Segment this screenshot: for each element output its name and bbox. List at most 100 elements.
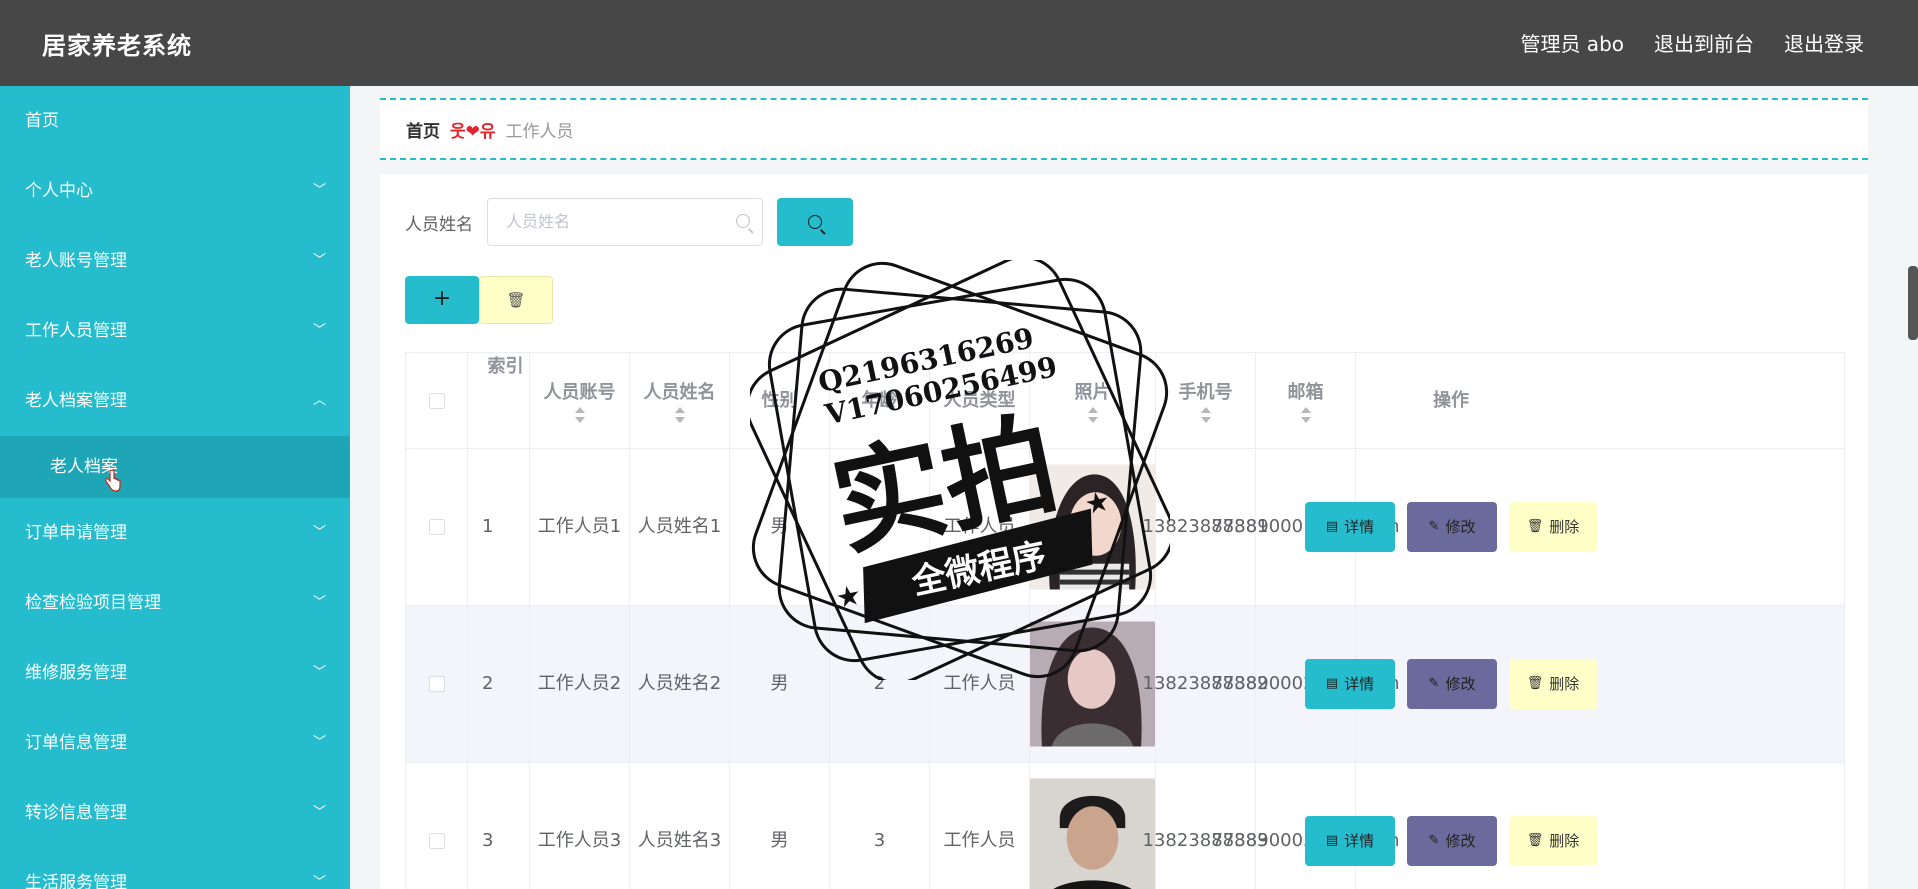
select-all-checkbox[interactable] [428, 392, 445, 409]
logout-link[interactable]: 退出登录 [1784, 28, 1864, 57]
chevron-down-icon: ﹀ [312, 525, 326, 540]
search-placeholder: 人员姓名 [506, 212, 571, 231]
edit-icon: ✎ [1428, 519, 1440, 534]
row-checkbox[interactable] [428, 676, 445, 692]
edit-button[interactable]: ✎ 修改 [1407, 659, 1497, 709]
delete-button[interactable]: 🗑 删除 [1509, 659, 1597, 709]
sidebar-item-repair[interactable]: 维修服务管理 ﹀ [0, 638, 350, 708]
edit-button[interactable]: ✎ 修改 [1407, 816, 1497, 866]
sidebar-item-label: 老人档案管理 [25, 391, 127, 411]
document-icon: ▤ [1325, 519, 1339, 534]
content-panel: 人员姓名 人员姓名 + 🗑 索引 人员账号 人员姓名 性别 年龄 人员类型 照片… [380, 174, 1868, 889]
sort-icon[interactable] [574, 406, 585, 423]
trash-icon: 🗑 [1526, 676, 1544, 691]
sort-icon[interactable] [1200, 406, 1211, 423]
sort-icon[interactable] [674, 406, 685, 423]
row-checkbox-cell[interactable] [406, 449, 468, 605]
sidebar: 首页 个人中心 ﹀ 老人账号管理 ﹀ 工作人员管理 ﹀ 老人档案管理 ︿ 老人档案 订单… [0, 86, 350, 889]
sidebar-item-label: 工作人员管理 [25, 321, 127, 341]
button-label: 删除 [1549, 675, 1580, 693]
column-header-label: 人员类型 [943, 389, 1016, 411]
cell-type: 工作人员 [930, 606, 1030, 762]
sidebar-item-staff[interactable]: 工作人员管理 ﹀ [0, 296, 350, 366]
search-button[interactable] [777, 198, 853, 246]
row-checkbox-cell[interactable] [406, 763, 468, 889]
cell-age: 3 [830, 763, 930, 889]
cell-type: 工作人员 [930, 763, 1030, 889]
cell-account: 工作人员2 [530, 606, 630, 762]
button-label: 修改 [1445, 518, 1476, 536]
sidebar-item-elder-accounts[interactable]: 老人账号管理 ﹀ [0, 226, 350, 296]
cell-name: 人员姓名1 [630, 449, 730, 605]
cell-type: 工作人员 [930, 449, 1030, 605]
cell-gender: 男 [730, 606, 830, 762]
name-search-input[interactable]: 人员姓名 [487, 198, 763, 246]
batch-delete-button[interactable]: 🗑 [479, 276, 553, 324]
sidebar-item-elder-archives[interactable]: 老人档案管理 ︿ [0, 366, 350, 436]
button-label: 详情 [1344, 832, 1375, 850]
sidebar-item-home[interactable]: 首页 [0, 86, 350, 156]
cell-index: 1 [468, 449, 530, 605]
exit-to-frontend-link[interactable]: 退出到前台 [1654, 28, 1754, 57]
row-checkbox[interactable] [428, 519, 445, 535]
col-email[interactable]: 邮箱 [1256, 353, 1356, 448]
search-row: 人员姓名 人员姓名 [405, 198, 853, 246]
sidebar-item-personal-center[interactable]: 个人中心 ﹀ [0, 156, 350, 226]
trash-icon: 🗑 [1526, 833, 1544, 848]
col-index: 索引 [468, 353, 530, 448]
sort-icon[interactable] [1087, 406, 1098, 423]
sidebar-subitem-elder-archive[interactable]: 老人档案 [0, 436, 350, 498]
sidebar-item-referral[interactable]: 转诊信息管理 ﹀ [0, 778, 350, 848]
sidebar-item-order-info[interactable]: 订单信息管理 ﹀ [0, 708, 350, 778]
cell-gender: 男 [730, 763, 830, 889]
col-age[interactable]: 年龄 [830, 353, 930, 448]
edit-icon: ✎ [1428, 833, 1440, 848]
sidebar-item-label: 老人账号管理 [25, 251, 127, 271]
sort-icon[interactable] [1300, 406, 1311, 423]
delete-button[interactable]: 🗑 删除 [1509, 502, 1597, 552]
detail-button[interactable]: ▤ 详情 [1305, 659, 1395, 709]
column-header-label: 性别 [761, 389, 798, 411]
chevron-down-icon: ﹀ [312, 253, 326, 268]
column-header-label: 人员账号 [543, 381, 616, 403]
staff-photo [1030, 621, 1155, 747]
select-all-checkbox-cell[interactable] [406, 353, 468, 448]
table-header: 索引 人员账号 人员姓名 性别 年龄 人员类型 照片 手机号 邮箱 操作 [406, 353, 1844, 449]
row-checkbox-cell[interactable] [406, 606, 468, 762]
button-label: 详情 [1344, 518, 1375, 536]
main-content: 首页 웃❤유 工作人员 人员姓名 人员姓名 + 🗑 索引 人员账号 人员姓名 性… [350, 86, 1918, 889]
col-name[interactable]: 人员姓名 [630, 353, 730, 448]
top-nav: 管理员 abo 退出到前台 退出登录 [1520, 28, 1864, 57]
chevron-down-icon: ﹀ [312, 183, 326, 198]
sidebar-item-inspection[interactable]: 检查检验项目管理 ﹀ [0, 568, 350, 638]
add-button[interactable]: + [405, 276, 479, 324]
cell-name: 人员姓名2 [630, 606, 730, 762]
button-label: 删除 [1549, 518, 1580, 536]
col-actions: 操作 [1356, 353, 1546, 448]
detail-button[interactable]: ▤ 详情 [1305, 816, 1395, 866]
sidebar-item-label: 转诊信息管理 [25, 803, 127, 823]
table-row: 1 工作人员1 人员姓名1 男 工作人员 13823888881 7738900… [406, 449, 1844, 606]
breadcrumb-home[interactable]: 首页 [406, 117, 440, 142]
cell-index: 2 [468, 606, 530, 762]
column-header-label: 操作 [1433, 389, 1469, 411]
delete-button[interactable]: 🗑 删除 [1509, 816, 1597, 866]
trash-icon: 🗑 [506, 291, 526, 309]
admin-user-label[interactable]: 管理员 abo [1520, 28, 1624, 57]
cell-actions: ▤ 详情 ✎ 修改 🗑 删除 [1305, 763, 1597, 889]
col-type[interactable]: 人员类型 [930, 353, 1030, 448]
row-checkbox[interactable] [428, 833, 445, 849]
cell-actions: ▤ 详情 ✎ 修改 🗑 删除 [1305, 449, 1597, 605]
col-phone[interactable]: 手机号 [1156, 353, 1256, 448]
sidebar-item-life-service[interactable]: 生活服务管理 ﹀ [0, 848, 350, 889]
trash-icon: 🗑 [1526, 519, 1544, 534]
sidebar-item-order-applications[interactable]: 订单申请管理 ﹀ [0, 498, 350, 568]
col-account[interactable]: 人员账号 [530, 353, 630, 448]
cell-index: 3 [468, 763, 530, 889]
edit-button[interactable]: ✎ 修改 [1407, 502, 1497, 552]
col-photo[interactable]: 照片 [1030, 353, 1156, 448]
staff-photo [1030, 778, 1155, 889]
detail-button[interactable]: ▤ 详情 [1305, 502, 1395, 552]
col-gender[interactable]: 性别 [730, 353, 830, 448]
page-scrollbar[interactable] [1908, 266, 1918, 340]
